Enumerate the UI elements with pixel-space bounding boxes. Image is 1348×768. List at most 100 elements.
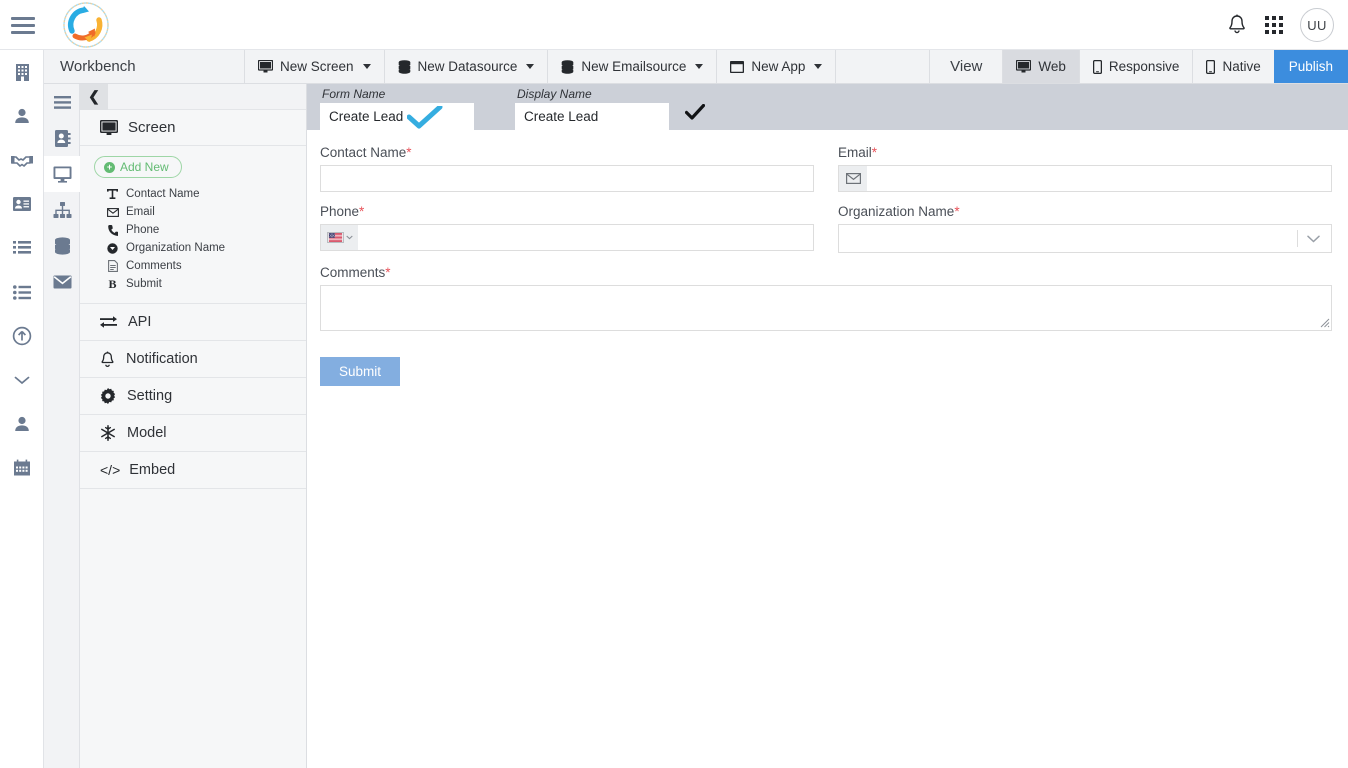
organization-name-select[interactable]	[838, 224, 1332, 253]
view-mode-responsive[interactable]: Responsive	[1078, 50, 1193, 83]
page-title: Screen	[128, 119, 176, 136]
select-divider	[1297, 230, 1298, 247]
tool-rail-contacts-source[interactable]	[44, 120, 80, 156]
panel-toolbar: ❮	[80, 83, 306, 110]
database-icon	[398, 59, 410, 74]
envelope-icon[interactable]	[838, 165, 867, 192]
app-grid-icon[interactable]	[1265, 16, 1283, 34]
sidebar-item-more[interactable]	[0, 358, 44, 402]
required-marker: *	[406, 145, 412, 160]
bell-icon[interactable]	[1226, 13, 1248, 37]
sidebar-item-profile[interactable]	[0, 402, 44, 446]
panel-section-model[interactable]: Model	[80, 415, 306, 452]
new-emailsource-button[interactable]: New Emailsource	[548, 50, 718, 83]
panel-field-comments[interactable]: Comments	[80, 257, 306, 275]
panel-field-email[interactable]: Email	[80, 203, 306, 221]
add-new-button[interactable]: + Add New	[94, 156, 182, 178]
sync-refresh-logo[interactable]	[58, 1, 114, 49]
phone-label: Phone*	[320, 204, 814, 219]
panel-field-organization-name[interactable]: Organization Name	[80, 239, 306, 257]
publish-button[interactable]: Publish	[1273, 50, 1348, 83]
sidebar-item-leads[interactable]	[0, 182, 44, 226]
top-header: UU	[0, 0, 1348, 50]
monitor-icon	[100, 119, 118, 135]
field-comments: Comments*	[320, 265, 1332, 331]
panel-section-embed[interactable]: </> Embed	[80, 452, 306, 489]
upload-circle-icon	[12, 326, 32, 346]
display-name-input[interactable]	[515, 103, 669, 130]
panel-field-label: Phone	[126, 224, 160, 236]
view-mode-native[interactable]: Native	[1192, 50, 1273, 83]
sidebar-item-organizations[interactable]	[0, 50, 44, 94]
monitor-icon	[53, 166, 71, 183]
panel-section-label: Model	[127, 425, 167, 441]
sidebar-item-calendar[interactable]	[0, 446, 44, 490]
hamburger-icon[interactable]	[11, 17, 35, 34]
tool-rail-screen[interactable]	[44, 156, 80, 192]
new-screen-button[interactable]: New Screen	[245, 50, 385, 83]
sidebar-item-contacts[interactable]	[0, 94, 44, 138]
view-label[interactable]: View	[930, 50, 1002, 83]
form-col-right-1: Email*	[838, 145, 1332, 204]
database-icon	[54, 237, 70, 255]
sidebar-item-deals[interactable]	[0, 138, 44, 182]
dropdown-circle-icon	[106, 242, 119, 254]
tool-rail-emailsource[interactable]	[44, 264, 80, 300]
list-detail-icon	[13, 241, 31, 254]
tool-rail-workflow[interactable]	[44, 192, 80, 228]
sitemap-icon	[53, 201, 71, 218]
id-card-icon	[13, 197, 31, 211]
required-marker: *	[385, 265, 391, 280]
contact-name-label-text: Contact Name	[320, 145, 407, 160]
sidebar-item-tasks[interactable]	[0, 270, 44, 314]
form-row-1: Contact Name* Email*	[320, 145, 1332, 204]
user-icon	[15, 108, 29, 123]
document-icon	[106, 260, 119, 272]
view-mode-web[interactable]: Web	[1002, 50, 1079, 83]
text-input-icon	[106, 189, 119, 199]
email-input[interactable]	[867, 165, 1332, 192]
contact-name-input[interactable]	[320, 165, 814, 192]
panel-section-notification[interactable]: Notification	[80, 341, 306, 378]
panel-field-contact-name[interactable]: Contact Name	[80, 185, 306, 203]
panel-field-submit[interactable]: B Submit	[80, 275, 306, 293]
comments-wrap	[320, 285, 1332, 331]
building-icon	[15, 63, 29, 81]
required-marker: *	[954, 204, 960, 219]
panel-field-phone[interactable]: Phone	[80, 221, 306, 239]
display-name-group: Display Name	[515, 87, 669, 130]
new-emailsource-label: New Emailsource	[581, 59, 687, 74]
new-app-label: New App	[751, 59, 806, 74]
tool-rail-menu[interactable]	[44, 84, 80, 120]
required-marker: *	[359, 204, 365, 219]
comments-label-text: Comments	[320, 265, 386, 280]
avatar[interactable]: UU	[1300, 8, 1334, 42]
lead-form: Contact Name* Email* Phone* Organization…	[307, 130, 1348, 386]
hamburger-icon	[53, 95, 71, 109]
panel-section-setting[interactable]: Setting	[80, 378, 306, 415]
tool-rail-datasource[interactable]	[44, 228, 80, 264]
country-code-selector[interactable]	[320, 224, 358, 251]
panel-section-api[interactable]: API	[80, 304, 306, 341]
phone-input-group	[320, 224, 814, 251]
view-mode-native-label: Native	[1222, 59, 1261, 74]
phone-input[interactable]	[358, 224, 814, 251]
panel-field-label: Contact Name	[126, 188, 200, 200]
workbench-toolbar: Workbench New Screen New Datasource New …	[44, 50, 1348, 84]
sidebar-item-upload[interactable]	[0, 314, 44, 358]
chevron-left-icon[interactable]: ❮	[80, 83, 108, 110]
workbench-title: Workbench	[44, 50, 245, 83]
new-app-button[interactable]: New App	[717, 50, 837, 83]
form-name-input[interactable]	[320, 103, 474, 130]
caret-down-icon	[362, 64, 371, 69]
sidebar-item-activities[interactable]	[0, 226, 44, 270]
new-datasource-button[interactable]: New Datasource	[385, 50, 549, 83]
view-mode-responsive-label: Responsive	[1108, 59, 1180, 74]
submit-button[interactable]: Submit	[320, 357, 401, 386]
black-checkmark-icon[interactable]	[685, 104, 705, 122]
panel-field-label: Comments	[126, 260, 182, 272]
code-brackets-icon: </>	[100, 462, 121, 478]
monitor-icon	[258, 60, 273, 73]
header-actions: UU	[1226, 0, 1334, 50]
comments-textarea[interactable]	[320, 285, 1332, 331]
